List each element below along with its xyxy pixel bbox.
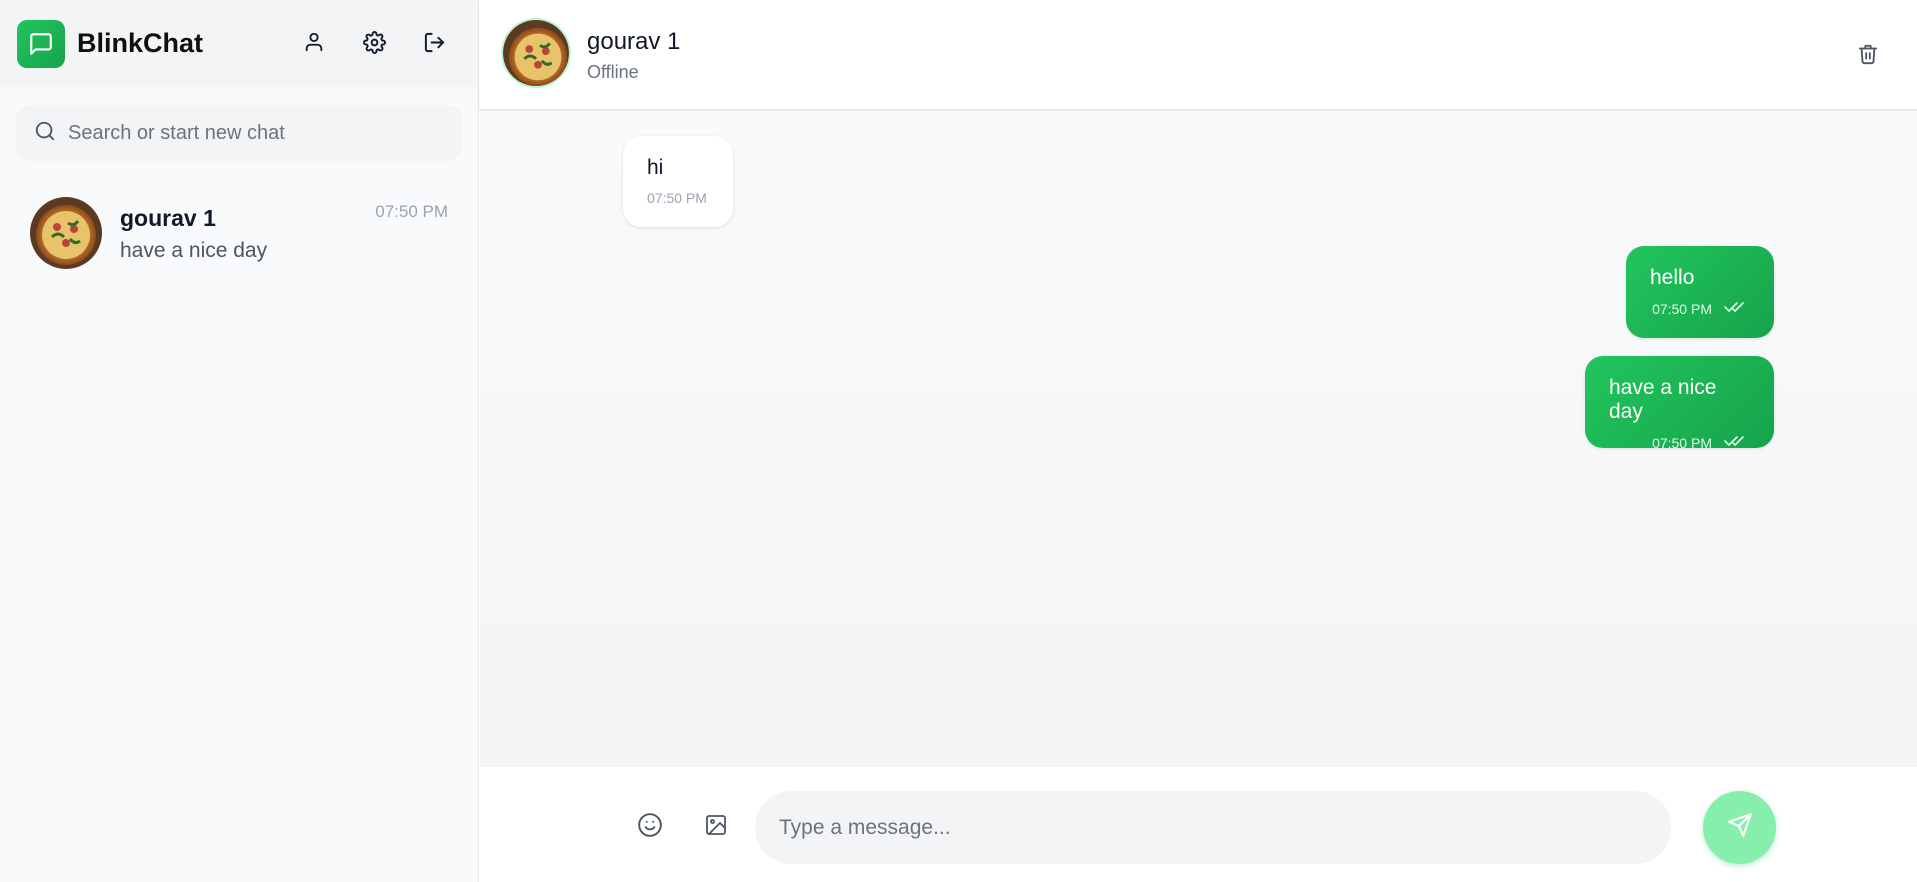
message-text: have a nice day xyxy=(1609,376,1717,423)
double-check-icon xyxy=(1724,434,1750,451)
message-meta: 07:50 PM xyxy=(647,190,709,206)
message-text: hi xyxy=(647,156,664,179)
chat-last-message: have a nice day xyxy=(120,239,268,262)
gear-icon[interactable] xyxy=(358,26,390,58)
image-icon[interactable] xyxy=(700,809,732,841)
message-incoming: hi 07:50 PM xyxy=(623,136,733,227)
chat-name: gourav 1 xyxy=(120,205,216,231)
search-icon xyxy=(34,120,56,147)
search-input[interactable] xyxy=(68,121,438,145)
chat-list-item[interactable]: gourav 1 have a nice day 07:50 PM xyxy=(0,185,479,275)
sidebar-header: BlinkChat xyxy=(0,0,478,87)
user-icon[interactable] xyxy=(298,26,330,58)
double-check-icon xyxy=(1724,300,1750,317)
contact-avatar[interactable] xyxy=(501,18,571,88)
chat-bubble-icon xyxy=(17,19,65,68)
search-bar[interactable] xyxy=(16,105,462,161)
message-input[interactable] xyxy=(779,815,1639,840)
trash-icon[interactable] xyxy=(1852,38,1884,70)
message-time: 07:50 PM xyxy=(647,190,707,206)
sidebar-header-actions xyxy=(298,26,450,58)
message-input-wrap[interactable] xyxy=(755,791,1671,864)
message-list: hi 07:50 PM hello 07:50 PM have a nice d… xyxy=(480,111,1917,766)
message-text: hello xyxy=(1650,266,1695,289)
message-outgoing: hello 07:50 PM xyxy=(1626,246,1774,338)
message-meta: 07:50 PM xyxy=(1609,434,1750,451)
app-name: BlinkChat xyxy=(77,28,204,58)
send-button[interactable] xyxy=(1703,791,1776,864)
chat-time: 07:50 PM xyxy=(375,202,448,221)
send-icon xyxy=(1727,812,1753,843)
logout-icon[interactable] xyxy=(418,26,450,58)
message-outgoing: have a nice day 07:50 PM xyxy=(1585,356,1774,451)
conversation-panel: gourav 1 Offline hi 07:50 PM hello 07:50… xyxy=(480,0,1917,882)
sidebar: BlinkChat Search or start new chat goura… xyxy=(0,0,479,882)
message-composer xyxy=(480,766,1917,882)
message-meta: 07:50 PM xyxy=(1650,300,1750,317)
message-time: 07:50 PM xyxy=(1652,434,1712,451)
message-time: 07:50 PM xyxy=(1652,300,1712,317)
conversation-header: gourav 1 Offline xyxy=(480,0,1917,111)
emoji-icon[interactable] xyxy=(634,809,666,841)
contact-name: gourav 1 xyxy=(587,28,681,55)
contact-status: Offline xyxy=(587,62,639,82)
avatar xyxy=(30,197,102,269)
